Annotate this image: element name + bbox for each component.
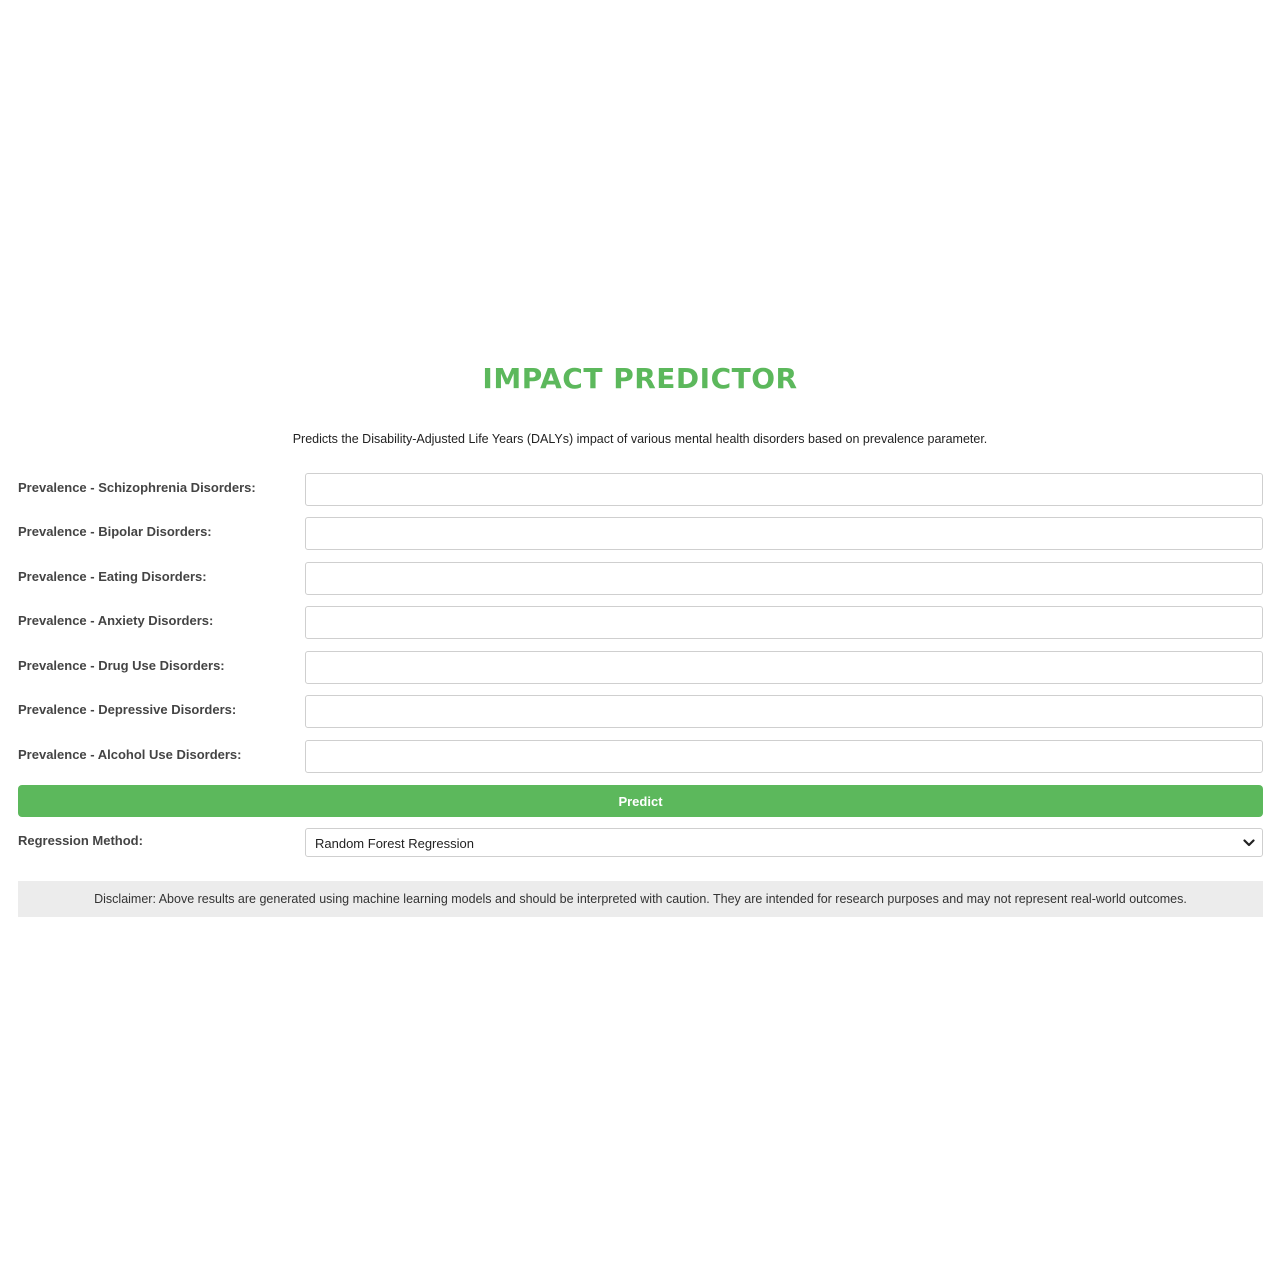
field-row-bipolar: Prevalence - Bipolar Disorders: <box>18 517 1263 550</box>
anxiety-prevalence-input[interactable] <box>305 606 1263 639</box>
regression-method-value: Random Forest Regression <box>315 836 474 851</box>
bipolar-prevalence-input[interactable] <box>305 517 1263 550</box>
field-row-eating: Prevalence - Eating Disorders: <box>18 562 1263 595</box>
field-row-drug-use: Prevalence - Drug Use Disorders: <box>18 651 1263 684</box>
field-row-anxiety: Prevalence - Anxiety Disorders: <box>18 606 1263 639</box>
eating-prevalence-input[interactable] <box>305 562 1263 595</box>
chevron-down-icon <box>1243 839 1255 847</box>
page-description: Predicts the Disability-Adjusted Life Ye… <box>292 432 988 446</box>
page-title: IMPACT PREDICTOR <box>482 362 798 395</box>
field-row-schizophrenia: Prevalence - Schizophrenia Disorders: <box>18 473 1263 506</box>
regression-method-label: Regression Method: <box>18 833 143 848</box>
depressive-prevalence-input[interactable] <box>305 695 1263 728</box>
regression-method-select[interactable]: Random Forest Regression <box>305 828 1263 857</box>
field-row-alcohol-use: Prevalence - Alcohol Use Disorders: <box>18 740 1263 773</box>
field-label-drug-use: Prevalence - Drug Use Disorders: <box>18 658 225 673</box>
field-label-depressive: Prevalence - Depressive Disorders: <box>18 702 237 717</box>
field-label-bipolar: Prevalence - Bipolar Disorders: <box>18 524 212 539</box>
impact-predictor-page: IMPACT PREDICTOR Predicts the Disability… <box>0 0 1280 1280</box>
schizophrenia-prevalence-input[interactable] <box>305 473 1263 506</box>
field-label-anxiety: Prevalence - Anxiety Disorders: <box>18 613 214 628</box>
field-row-depressive: Prevalence - Depressive Disorders: <box>18 695 1263 728</box>
alcohol-use-prevalence-input[interactable] <box>305 740 1263 773</box>
disclaimer-banner: Disclaimer: Above results are generated … <box>18 881 1263 917</box>
field-label-schizophrenia: Prevalence - Schizophrenia Disorders: <box>18 480 256 495</box>
field-label-alcohol-use: Prevalence - Alcohol Use Disorders: <box>18 747 242 762</box>
predict-button[interactable]: Predict <box>18 785 1263 817</box>
drug-use-prevalence-input[interactable] <box>305 651 1263 684</box>
field-label-eating: Prevalence - Eating Disorders: <box>18 569 207 584</box>
